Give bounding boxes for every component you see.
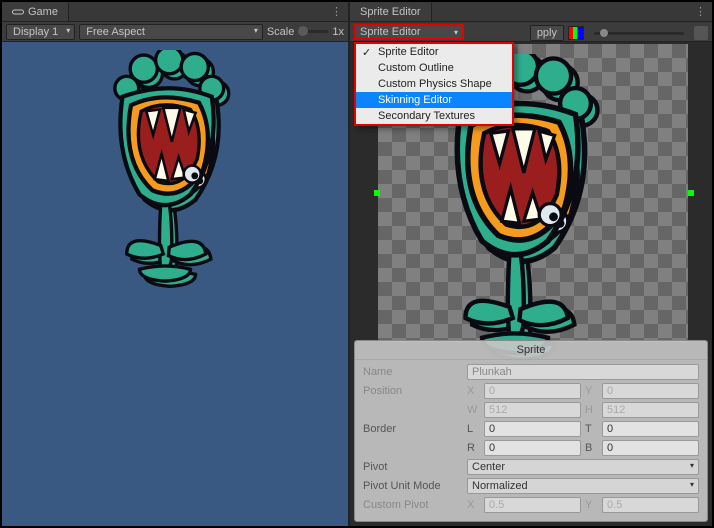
sprite-editor-tab-bar: Sprite Editor ⋮ [350,2,712,22]
game-tab-bar: Game ⋮ [2,2,348,22]
rgb-button[interactable] [568,26,584,40]
menu-item-custom-physics-shape[interactable]: Custom Physics Shape [356,76,512,92]
border-t-field[interactable]: 0 [602,421,699,437]
name-label: Name [363,366,463,378]
pivot-mode-dropdown[interactable]: Normalized [467,478,699,494]
inspector-title: Sprite [355,341,707,360]
sprite-editor-panel: Sprite Editor ⋮ pply Sprite Editor Sprit… [350,2,712,526]
handle-left[interactable] [374,190,380,196]
game-panel: Game ⋮ Display 1 Free Aspect Scale 1x [2,2,350,526]
pos-y-field[interactable]: 0 [602,383,699,399]
game-toolbar: Display 1 Free Aspect Scale 1x [2,22,348,42]
menu-item-skinning-editor[interactable]: Skinning Editor [356,92,512,108]
pos-x-field[interactable]: 0 [484,383,581,399]
game-sprite [80,50,250,288]
name-field[interactable]: Plunkah [467,364,699,380]
border-r-field[interactable]: 0 [484,440,581,456]
tab-game[interactable]: Game [2,3,69,21]
pos-w-field[interactable]: 512 [484,402,581,418]
menu-item-secondary-textures[interactable]: Secondary Textures [356,108,512,124]
display-dropdown[interactable]: Display 1 [6,24,75,40]
pivot-label: Pivot [363,461,463,473]
gamepad-icon [12,7,24,17]
custom-pivot-label: Custom Pivot [363,499,463,511]
tab-game-label: Game [28,6,58,18]
border-label: Border [363,423,463,435]
apply-button[interactable]: pply [530,25,564,41]
tab-sprite-editor-label: Sprite Editor [360,6,421,18]
alpha-slider[interactable] [594,32,684,35]
grid-icon[interactable] [694,26,708,40]
border-b-field[interactable]: 0 [602,440,699,456]
game-view [2,42,348,526]
scale-label: Scale [267,26,295,38]
scale-value: 1x [332,26,344,38]
menu-item-custom-outline[interactable]: Custom Outline [356,60,512,76]
mode-dropdown-button[interactable]: Sprite Editor [354,24,464,40]
pos-h-field[interactable]: 512 [602,402,699,418]
mode-dropdown-menu: Sprite Editor Custom Outline Custom Phys… [354,42,514,126]
position-label: Position [363,385,463,397]
custom-pivot-y-field[interactable]: 0.5 [602,497,699,513]
game-kebab-icon[interactable]: ⋮ [325,5,348,18]
scale-slider[interactable] [298,30,328,33]
pivot-mode-label: Pivot Unit Mode [363,480,463,492]
sprite-inspector: Sprite Name Plunkah Position X0 Y0 [354,340,708,522]
handle-right[interactable] [688,190,694,196]
pivot-dropdown[interactable]: Center [467,459,699,475]
mode-dropdown-label: Sprite Editor [360,26,421,38]
menu-item-sprite-editor[interactable]: Sprite Editor [356,44,512,60]
tab-sprite-editor[interactable]: Sprite Editor [350,3,432,21]
custom-pivot-x-field[interactable]: 0.5 [484,497,581,513]
sprite-editor-kebab-icon[interactable]: ⋮ [689,5,712,18]
border-l-field[interactable]: 0 [484,421,581,437]
aspect-dropdown[interactable]: Free Aspect [79,24,263,40]
